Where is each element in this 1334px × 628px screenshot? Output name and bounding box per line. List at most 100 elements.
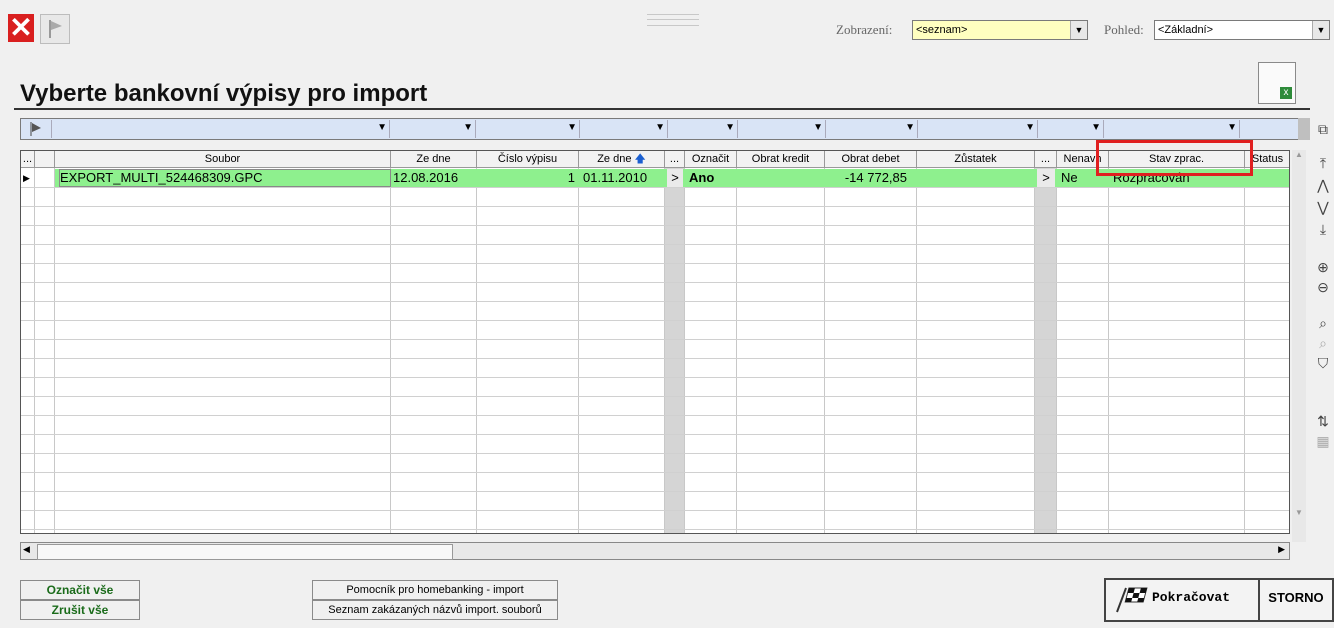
sort-up-icon: 🡅	[634, 153, 646, 165]
zoom-in-icon[interactable]: ⊕	[1314, 258, 1332, 276]
col-header-zustatek[interactable]: Zůstatek	[917, 151, 1035, 168]
cell-status[interactable]	[1247, 169, 1289, 187]
next-record-icon[interactable]: ⋁	[1314, 198, 1332, 216]
col-header-dots[interactable]: ...	[665, 151, 685, 168]
row-divider	[21, 244, 1289, 245]
filter-debet[interactable]: ▼	[827, 120, 918, 138]
col-header-ze-dne-sorted[interactable]: Ze dne 🡅	[579, 151, 665, 168]
col-header-oznacit[interactable]: Označit	[685, 151, 737, 168]
last-record-icon[interactable]: ⤓	[1314, 220, 1332, 238]
col-cislo	[477, 168, 579, 533]
col-header-soubor[interactable]: Soubor	[55, 151, 391, 168]
filter-oznacit[interactable]: ▼	[669, 120, 738, 138]
horizontal-scrollbar[interactable]: ◀ ▶	[20, 542, 1290, 560]
cell-zustatek[interactable]	[919, 169, 1033, 187]
vertical-scrollbar[interactable]: ▲ ▼	[1292, 150, 1306, 542]
chevron-down-icon[interactable]: ▼	[1312, 21, 1329, 39]
row-divider	[21, 377, 1289, 378]
row-divider	[21, 415, 1289, 416]
cell-ze-dne[interactable]: 12.08.2016	[393, 169, 475, 187]
zobrazeni-select[interactable]: <seznam> ▼	[912, 20, 1088, 40]
cell-obrat-debet[interactable]: -14 772,85	[827, 169, 907, 187]
filter-zustatek[interactable]: ▼	[919, 120, 1038, 138]
sort-az-icon[interactable]: ⇅	[1314, 412, 1332, 430]
col-header-ze-dne[interactable]: Ze dne	[391, 151, 477, 168]
col-debet	[825, 168, 917, 533]
filter-kredit[interactable]: ▼	[739, 120, 826, 138]
storno-button[interactable]: STORNO	[1258, 578, 1334, 622]
row-divider	[21, 358, 1289, 359]
seznam-zakazanych-button[interactable]: Seznam zakázaných názvů import. souborů	[312, 600, 558, 620]
find-icon[interactable]: ⌕	[1314, 314, 1332, 332]
scroll-up-icon[interactable]: ▲	[1292, 150, 1306, 164]
col-flag	[35, 168, 55, 533]
scroll-down-icon[interactable]: ▼	[1292, 508, 1306, 522]
row-divider	[21, 529, 1289, 530]
pokracovat-label: Pokračovat	[1152, 590, 1231, 605]
col-kredit	[737, 168, 825, 533]
filter-soubor[interactable]: ▼	[53, 120, 390, 138]
title-divider	[14, 108, 1310, 110]
pohled-select[interactable]: <Základní> ▼	[1154, 20, 1330, 40]
col-soubor	[55, 168, 391, 533]
zrusit-vse-button[interactable]: Zrušit vše	[20, 600, 140, 620]
row-divider	[21, 320, 1289, 321]
zobrazeni-label: Zobrazení:	[836, 22, 893, 37]
row-divider	[21, 510, 1289, 511]
pohled-value: <Základní>	[1158, 24, 1214, 36]
col-header-obrat-kredit[interactable]: Obrat kredit	[737, 151, 825, 168]
zobrazeni-value: <seznam>	[916, 24, 968, 36]
filter-nenavh[interactable]: ▼	[1039, 120, 1104, 138]
row-divider	[21, 339, 1289, 340]
scroll-left-icon[interactable]: ◀	[23, 544, 30, 555]
col-dots	[665, 168, 685, 533]
col-status	[1245, 168, 1289, 533]
drag-grip[interactable]	[647, 14, 699, 26]
filter-bar: ▼ ▼ ▼ ▼ ▼ ▼ ▼ ▼ ▼ ▼	[20, 118, 1310, 140]
col-header-ze-dne-sorted-label: Ze dne	[597, 153, 632, 165]
chevron-down-icon[interactable]: ▼	[1070, 21, 1087, 39]
row-divider	[21, 187, 1289, 188]
col-header-obrat-debet[interactable]: Obrat debet	[825, 151, 917, 168]
filter-flag-icon[interactable]	[23, 120, 52, 138]
cell-arrow2[interactable]: >	[1037, 169, 1055, 187]
copy-icon[interactable]: ⧉	[1314, 120, 1332, 138]
filter-ze-dne2[interactable]: ▼	[581, 120, 668, 138]
pomocnik-button[interactable]: Pomocník pro homebanking - import	[312, 580, 558, 600]
filter-ze-dne[interactable]: ▼	[391, 120, 476, 138]
data-grid: ... Soubor Ze dne Číslo výpisu Ze dne 🡅 …	[20, 150, 1290, 534]
col-indicator	[21, 168, 35, 533]
cell-soubor[interactable]: EXPORT_MULTI_524468309.GPC	[59, 169, 391, 187]
cell-oznacit[interactable]: Ano	[689, 169, 735, 187]
row-divider	[21, 225, 1289, 226]
cell-obrat-kredit[interactable]	[739, 169, 823, 187]
filter-cislo[interactable]: ▼	[477, 120, 580, 138]
highlight-box	[1096, 140, 1253, 176]
prev-record-icon[interactable]: ⋀	[1314, 176, 1332, 194]
oznacit-vse-button[interactable]: Označit vše	[20, 580, 140, 600]
cell-cislo-vypisu[interactable]: 1	[479, 169, 575, 187]
filter-icon[interactable]: ⛉	[1314, 354, 1332, 372]
first-record-icon[interactable]: ⤒	[1314, 154, 1332, 172]
zoom-out-icon[interactable]: ⊖	[1314, 278, 1332, 296]
col-header-cislo-vypisu[interactable]: Číslo výpisu	[477, 151, 579, 168]
col-nenavh	[1057, 168, 1109, 533]
col-header-indicator[interactable]: ...	[21, 151, 35, 168]
col-header-flag[interactable]	[35, 151, 55, 168]
filter-stav[interactable]: ▼	[1105, 120, 1240, 138]
cell-ze-dne2[interactable]: 01.11.2010	[583, 169, 663, 187]
scroll-thumb[interactable]	[37, 544, 453, 560]
excel-export-icon[interactable]	[1258, 62, 1296, 104]
col-ze-dne2	[579, 168, 665, 533]
grid-icon[interactable]: ▦	[1314, 432, 1332, 450]
find-next-icon[interactable]: ⌕	[1314, 334, 1332, 352]
flag-icon[interactable]	[40, 14, 70, 44]
col-zustatek	[917, 168, 1035, 533]
cell-arrow1[interactable]: >	[667, 169, 683, 187]
row-divider	[21, 472, 1289, 473]
scroll-right-icon[interactable]: ▶	[1278, 544, 1285, 555]
close-icon[interactable]: ✕	[8, 14, 34, 42]
filter-scrollbar[interactable]	[1298, 118, 1310, 140]
col-header-dots2[interactable]: ...	[1035, 151, 1057, 168]
pohled-label: Pohled:	[1104, 22, 1144, 37]
